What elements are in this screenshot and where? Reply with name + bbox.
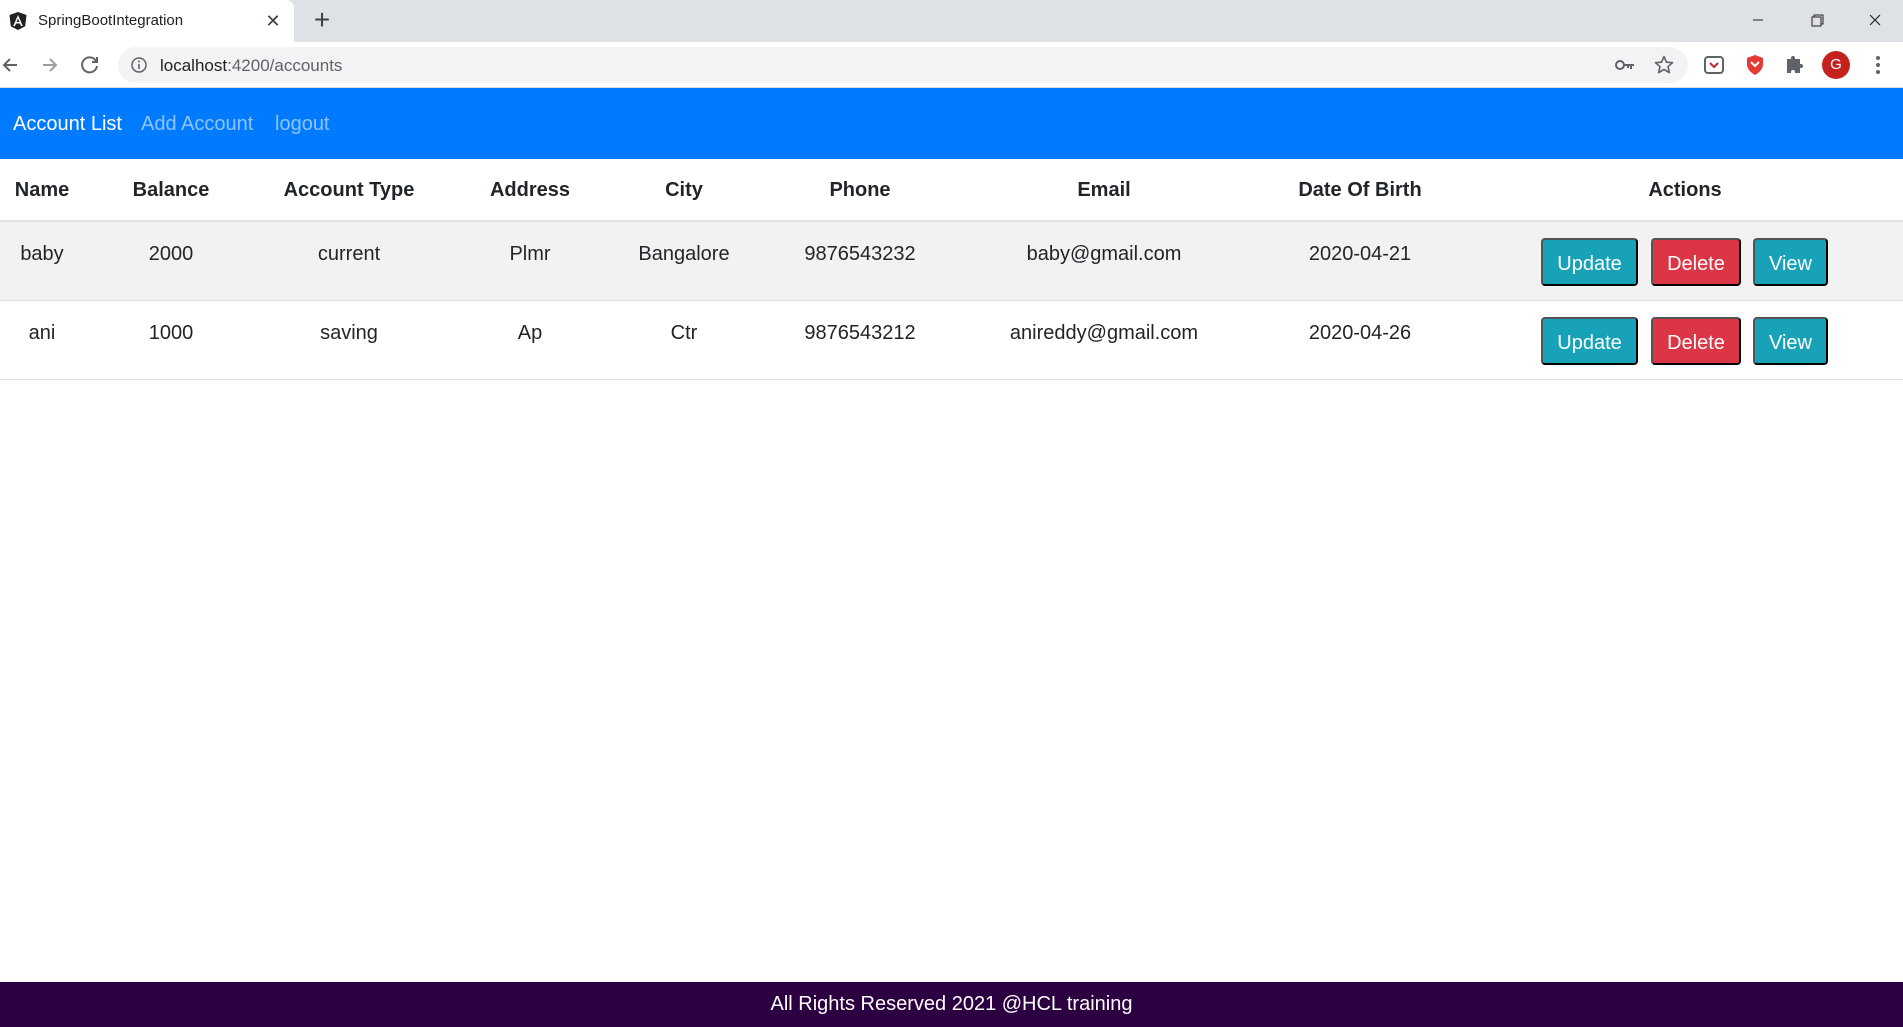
reload-icon[interactable] — [74, 49, 106, 81]
app-navbar: Account List Add Account logout — [0, 88, 1903, 159]
column-header-actions: Actions — [1648, 179, 1722, 201]
page-footer: All Rights Reserved 2021 @HCL training — [0, 982, 1903, 1027]
minimize-icon[interactable] — [1735, 4, 1781, 36]
cell-address: Plmr — [509, 243, 551, 265]
column-header-name: Name — [14, 179, 70, 201]
cell-account-type: current — [317, 243, 381, 265]
browser-tab[interactable]: SpringBootIntegration ✕ — [0, 0, 294, 42]
column-header-account-type: Account Type — [283, 179, 415, 201]
delete-button[interactable]: Delete — [1651, 317, 1741, 365]
cell-email: baby@gmail.com — [1026, 243, 1182, 265]
star-icon[interactable] — [1653, 54, 1675, 76]
nav-link-logout[interactable]: logout — [275, 113, 330, 136]
cell-city: Ctr — [670, 322, 698, 344]
column-header-phone: Phone — [829, 179, 891, 201]
kebab-menu-icon[interactable] — [1866, 53, 1890, 77]
cell-balance: 2000 — [148, 243, 194, 265]
nav-link-add-account[interactable]: Add Account — [141, 113, 253, 136]
tab-title: SpringBootIntegration — [38, 12, 184, 29]
view-button[interactable]: View — [1753, 238, 1828, 286]
table-row: ani 1000 saving Ap Ctr 9876543212 anired… — [0, 301, 1903, 380]
cell-phone: 9876543232 — [804, 243, 916, 265]
shield-extension-icon[interactable] — [1743, 53, 1767, 77]
new-tab-icon[interactable]: + — [306, 5, 338, 37]
cell-city: Bangalore — [638, 243, 730, 265]
info-icon[interactable] — [130, 56, 148, 74]
nav-link-account-list[interactable]: Account List — [13, 113, 122, 136]
column-header-address: Address — [489, 179, 571, 201]
address-bar[interactable]: localhost:4200/accounts — [118, 47, 1688, 83]
tab-close-icon[interactable]: ✕ — [261, 9, 285, 33]
cell-name: baby — [20, 243, 64, 265]
restore-icon[interactable] — [1794, 4, 1840, 36]
cell-email: anireddy@gmail.com — [1009, 322, 1199, 344]
column-header-date-of-birth: Date Of Birth — [1298, 179, 1422, 201]
window-close-icon[interactable] — [1852, 4, 1898, 36]
angular-icon — [9, 12, 27, 30]
cell-date-of-birth: 2020-04-21 — [1308, 243, 1412, 265]
cell-date-of-birth: 2020-04-26 — [1308, 322, 1412, 344]
pocket-extension-icon[interactable] — [1702, 53, 1726, 77]
url-path: :4200/accounts — [227, 56, 343, 75]
update-button[interactable]: Update — [1541, 238, 1638, 286]
update-button[interactable]: Update — [1541, 317, 1638, 365]
column-header-email: Email — [1077, 179, 1131, 201]
url-host: localhost — [160, 56, 228, 75]
cell-address: Ap — [517, 322, 543, 344]
column-header-balance: Balance — [132, 179, 210, 201]
cell-balance: 1000 — [148, 322, 194, 344]
accounts-table: Name Balance Account Type Address City P… — [0, 159, 1903, 380]
table-row: baby 2000 current Plmr Bangalore 9876543… — [0, 222, 1903, 301]
delete-button[interactable]: Delete — [1651, 238, 1741, 286]
back-icon[interactable] — [0, 49, 26, 81]
profile-avatar[interactable]: G — [1822, 51, 1850, 79]
forward-icon[interactable] — [34, 49, 66, 81]
browser-toolbar: localhost:4200/accounts G — [0, 42, 1903, 88]
url-text[interactable]: localhost:4200/accounts — [160, 56, 342, 76]
cell-phone: 9876543212 — [804, 322, 916, 344]
cell-name: ani — [28, 322, 56, 344]
cell-account-type: saving — [320, 322, 378, 344]
extensions-puzzle-icon[interactable] — [1783, 53, 1807, 77]
browser-tabstrip: SpringBootIntegration ✕ + — [0, 0, 1903, 42]
table-header-row: Name Balance Account Type Address City P… — [0, 159, 1903, 222]
column-header-city: City — [665, 179, 703, 201]
view-button[interactable]: View — [1753, 317, 1828, 365]
key-icon[interactable] — [1614, 55, 1636, 75]
